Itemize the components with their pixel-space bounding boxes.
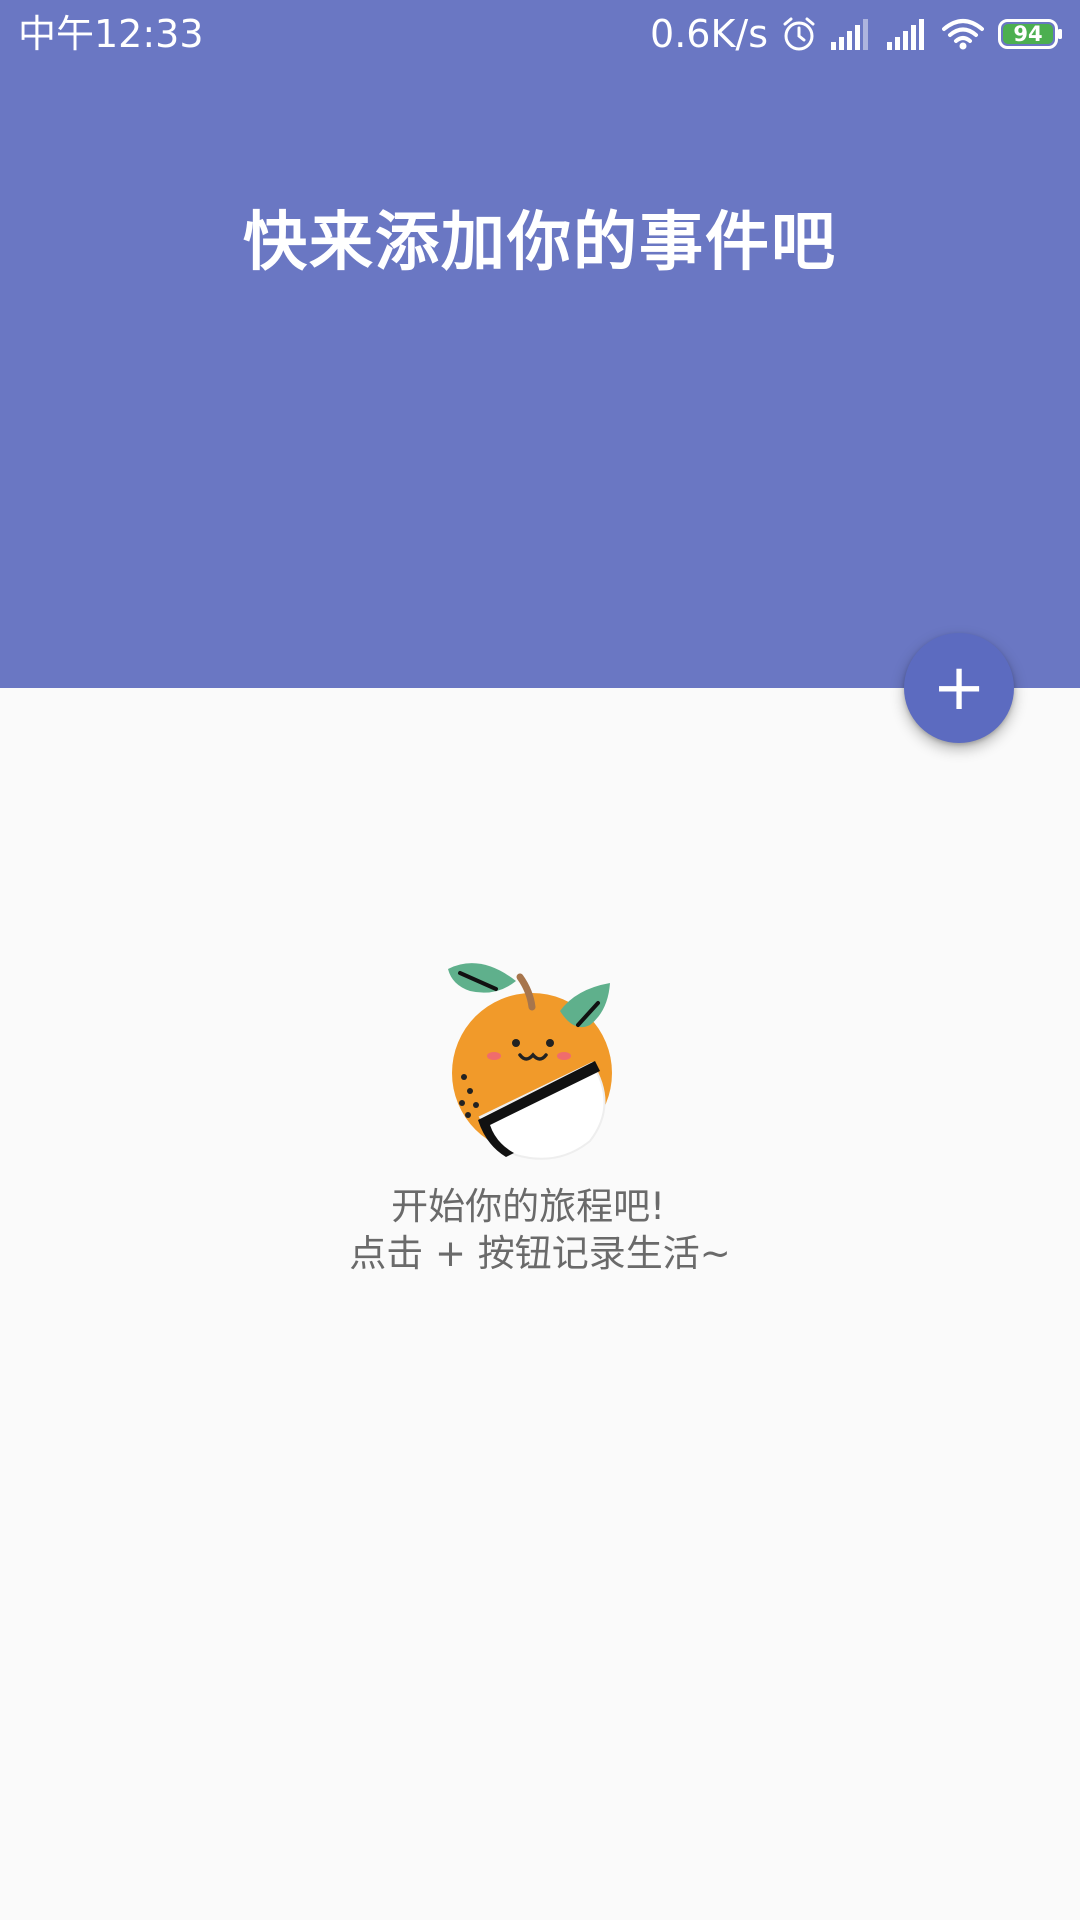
wifi-icon bbox=[942, 19, 984, 50]
status-time: 中午12:33 bbox=[18, 12, 204, 56]
battery-icon: 94 bbox=[998, 19, 1064, 49]
status-bar: 中午12:33 0.6K/s 94 bbox=[0, 0, 1080, 68]
empty-state-message: 开始你的旅程吧! 点击 + 按钮记录生活~ bbox=[0, 1183, 1080, 1277]
battery-level: 94 bbox=[1013, 22, 1043, 46]
empty-state-hint: 点击 + 按钮记录生活~ bbox=[349, 1232, 731, 1275]
network-speed: 0.6K/s bbox=[650, 12, 768, 56]
add-event-button[interactable]: + bbox=[904, 633, 1014, 743]
signal-icon bbox=[831, 19, 868, 50]
signal-icon bbox=[887, 19, 924, 50]
plus-icon: + bbox=[932, 651, 986, 725]
orange-mascot-icon bbox=[448, 963, 612, 1160]
status-icons: 0.6K/s 94 bbox=[650, 10, 1064, 58]
empty-state-title: 开始你的旅程吧! bbox=[391, 1185, 665, 1228]
page-title: 快来添加你的事件吧 bbox=[243, 206, 837, 280]
alarm-icon bbox=[783, 17, 815, 51]
header-banner bbox=[0, 0, 1080, 688]
